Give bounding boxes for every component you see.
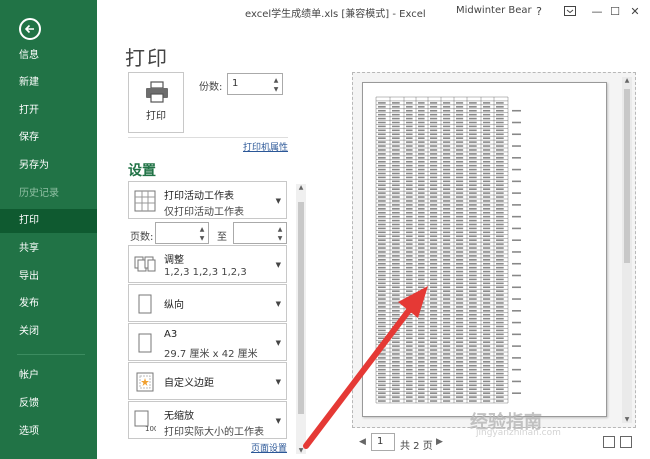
print-button[interactable]: 打印: [128, 72, 184, 133]
restore-icon[interactable]: ☐: [607, 3, 623, 19]
print-what-dropdown[interactable]: 打印活动工作表 仅打印活动工作表 ▼: [128, 181, 287, 219]
sidebar-divider: [17, 354, 85, 355]
paper-size-label: A3: [164, 329, 178, 340]
pages-to-label: 至: [217, 232, 227, 243]
scaling-desc: 打印实际大小的工作表: [164, 427, 264, 438]
page-title: 打印: [125, 46, 169, 70]
copies-input[interactable]: 1 ▲ ▼: [227, 73, 283, 95]
copies-label: 份数:: [199, 82, 223, 93]
spin-up-icon[interactable]: ▲: [276, 225, 284, 234]
back-button[interactable]: [19, 18, 41, 40]
scroll-down-icon[interactable]: ▼: [622, 416, 632, 423]
minimize-icon[interactable]: —: [589, 3, 605, 19]
settings-scrollbar[interactable]: ▲ ▼: [296, 184, 306, 454]
preview-page: [362, 82, 607, 417]
scroll-thumb[interactable]: [624, 89, 630, 263]
close-icon[interactable]: ✕: [627, 3, 643, 19]
orientation-label: 纵向: [164, 300, 184, 311]
collate-label: 调整: [164, 255, 184, 266]
ribbon-display-icon[interactable]: [562, 3, 578, 19]
scroll-thumb[interactable]: [298, 202, 304, 414]
spin-up-icon[interactable]: ▲: [198, 225, 206, 234]
orientation-dropdown[interactable]: 纵向 ▼: [128, 284, 287, 322]
pages-from-input[interactable]: ▲ ▼: [155, 222, 209, 244]
scaling-dropdown[interactable]: 100 无缩放 打印实际大小的工作表 ▼: [128, 401, 287, 439]
sidebar-item-options[interactable]: 选项: [0, 420, 97, 444]
window-title: excel学生成绩单.xls [兼容模式] - Excel: [245, 9, 426, 20]
sidebar-item-share[interactable]: 共享: [0, 237, 97, 261]
chevron-down-icon: ▼: [275, 261, 281, 269]
printer-properties-link[interactable]: 打印机属性: [243, 140, 288, 153]
margins-label: 自定义边距: [164, 378, 214, 389]
sidebar-item-publish[interactable]: 发布: [0, 292, 97, 316]
print-what-desc: 仅打印活动工作表: [164, 207, 244, 218]
margins-icon: [136, 372, 154, 392]
preview-scrollbar[interactable]: ▲ ▼: [622, 77, 632, 423]
sidebar-item-account[interactable]: 帐户: [0, 364, 97, 388]
pages-label: 页数:: [130, 232, 154, 243]
title-bar: excel学生成绩单.xls [兼容模式] - Excel Midwinter …: [97, 0, 650, 24]
scaling-label: 无缩放: [164, 411, 194, 422]
collate-icon: [134, 256, 156, 272]
sidebar-item-save[interactable]: 保存: [0, 126, 97, 150]
sidebar-item-print[interactable]: 打印: [0, 209, 97, 233]
sheet-icon: [134, 190, 156, 212]
printer-separator: [128, 137, 288, 138]
current-page-input[interactable]: 1: [371, 433, 395, 451]
print-button-label: 打印: [146, 111, 166, 122]
sidebar-item-feedback[interactable]: 反馈: [0, 392, 97, 416]
margins-dropdown[interactable]: 自定义边距 ▼: [128, 362, 287, 400]
preview-sheet-content: [375, 96, 521, 404]
paper-icon: [138, 333, 152, 353]
chevron-down-icon: ▼: [275, 197, 281, 205]
collate-desc: 1,2,3 1,2,3 1,2,3: [164, 267, 247, 278]
sidebar-item-close[interactable]: 关闭: [0, 320, 97, 344]
page-setup-link[interactable]: 页面设置: [251, 441, 287, 454]
scroll-up-icon[interactable]: ▲: [622, 77, 632, 84]
sidebar-item-open[interactable]: 打开: [0, 99, 97, 123]
pages-to-input[interactable]: ▲ ▼: [233, 222, 287, 244]
spin-down-icon[interactable]: ▼: [272, 85, 280, 94]
copies-value: 1: [232, 78, 239, 89]
chevron-down-icon: ▼: [275, 339, 281, 347]
portrait-icon: [138, 294, 152, 314]
scroll-up-icon[interactable]: ▲: [296, 184, 306, 191]
total-pages: 共 2 页: [400, 441, 433, 452]
scroll-down-icon[interactable]: ▼: [296, 447, 306, 454]
sidebar-item-history: 历史记录: [19, 188, 59, 199]
watermark-url: jingyanzhinan.com: [476, 428, 561, 438]
paper-size-desc: 29.7 厘米 x 42 厘米: [164, 349, 258, 360]
sidebar-item-save-as[interactable]: 另存为: [0, 154, 97, 178]
scaling-icon-text: 100: [145, 425, 156, 432]
help-icon[interactable]: ?: [531, 3, 547, 19]
arrow-left-icon: [24, 24, 34, 34]
next-page-icon[interactable]: ▶: [436, 437, 443, 447]
sidebar-item-info[interactable]: 信息: [0, 44, 97, 68]
user-name[interactable]: Midwinter Bear: [456, 5, 532, 16]
show-margins-icon[interactable]: [603, 436, 615, 448]
collate-dropdown[interactable]: 调整 1,2,3 1,2,3 1,2,3 ▼: [128, 245, 287, 283]
spin-up-icon[interactable]: ▲: [272, 76, 280, 85]
print-what-label: 打印活动工作表: [164, 191, 234, 202]
zoom-to-page-icon[interactable]: [620, 436, 632, 448]
no-scaling-icon: 100: [134, 410, 156, 432]
sidebar-item-export[interactable]: 导出: [0, 265, 97, 289]
backstage-sidebar: 信息 新建 打开 保存 另存为 历史记录 打印 共享 导出 发布 关闭 帐户 反…: [0, 0, 97, 459]
sidebar-item-new[interactable]: 新建: [0, 71, 97, 95]
paper-size-dropdown[interactable]: A3 29.7 厘米 x 42 厘米 ▼: [128, 323, 287, 361]
spin-down-icon[interactable]: ▼: [276, 234, 284, 243]
settings-title: 设置: [128, 163, 156, 179]
chevron-down-icon: ▼: [275, 300, 281, 308]
printer-icon: [146, 81, 168, 103]
previous-page-icon[interactable]: ◀: [359, 437, 366, 447]
chevron-down-icon: ▼: [275, 378, 281, 386]
spin-down-icon[interactable]: ▼: [198, 234, 206, 243]
chevron-down-icon: ▼: [275, 417, 281, 425]
